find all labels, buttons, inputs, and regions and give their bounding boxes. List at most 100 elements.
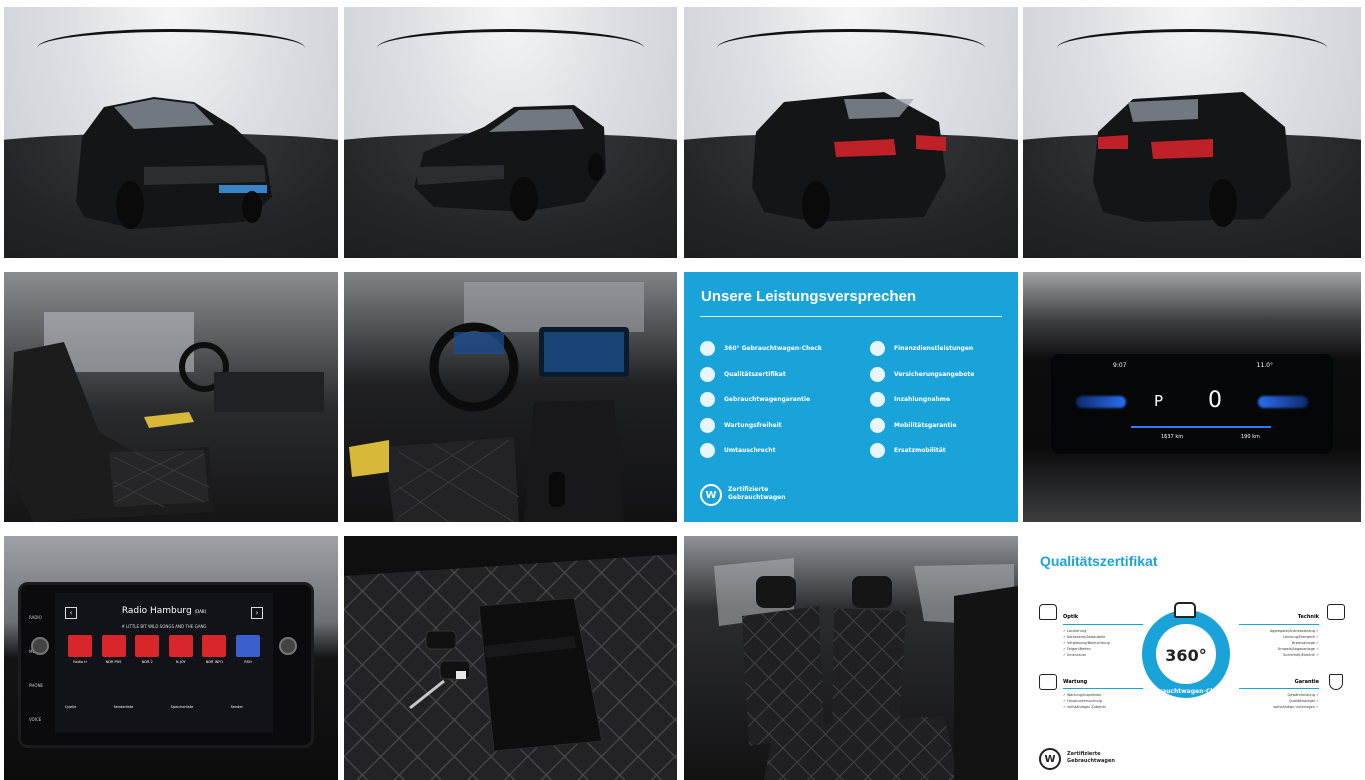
promise-brand-line2: Gebrauchtwagen bbox=[728, 494, 786, 501]
interior-cockpit-image bbox=[349, 282, 644, 522]
wartung-list: ✓ Wartung/Inspektion ✓ Hauptuntersuchung ✓… bbox=[1063, 692, 1106, 710]
promise-item-icon bbox=[700, 341, 715, 357]
radio-left-menu: RADIOMEDIAPHONEVOICE bbox=[29, 601, 55, 737]
cluster-time: 9:07 bbox=[1113, 362, 1127, 369]
radio-bottom-button[interactable]: Quelle bbox=[65, 705, 76, 725]
wartung-divider bbox=[1063, 688, 1143, 689]
optik-list: ✓ Lackierung ✓ Karosserie/Anbauteile ✓ Ver… bbox=[1063, 628, 1110, 658]
radio-preset-button[interactable]: NDR 2 bbox=[132, 635, 162, 673]
promise-item-label: Gebrauchtwagengarantie bbox=[724, 396, 811, 404]
photo-car-front-left[interactable] bbox=[4, 7, 338, 258]
radio-menu-item[interactable]: VOICE bbox=[29, 703, 55, 737]
photo-car-rear-left[interactable] bbox=[684, 7, 1018, 258]
radio-preset-button[interactable]: NDR PHS bbox=[99, 635, 129, 673]
promise-item-icon bbox=[870, 392, 885, 408]
wartung-item: ✓ vollständiges Zubehör bbox=[1063, 705, 1107, 709]
volume-knob-icon[interactable] bbox=[279, 637, 297, 655]
promise-title: Unsere Leistungsversprechen bbox=[701, 288, 917, 305]
promise-item-icon bbox=[700, 417, 715, 433]
technik-list: Aggregate/Antriebsstrang ✓ Lenkung/Fahrwe… bbox=[1270, 628, 1319, 658]
promise-item-icon bbox=[870, 417, 885, 433]
promise-brand: Zertifizierte Gebrauchtwagen bbox=[728, 486, 786, 502]
photo-keys-and-manual[interactable] bbox=[344, 536, 677, 780]
radio-bottom-button[interactable]: Senderliste bbox=[114, 705, 134, 725]
radio-preset-button[interactable]: NDR INFO bbox=[199, 635, 229, 673]
promise-item-label: Ersatzmobilität bbox=[894, 447, 946, 455]
badge-ring-text: Gebrauchtwagen-Check bbox=[1145, 688, 1227, 695]
promise-item-icon bbox=[870, 366, 885, 382]
wartung-tools-icon bbox=[1039, 674, 1057, 690]
promise-item-label: Inzahlungnahme bbox=[894, 396, 951, 404]
promise-item: Qualitätszertifikat bbox=[700, 362, 860, 388]
cluster-right-glow bbox=[1258, 396, 1308, 408]
promise-item-label: Umtauschrecht bbox=[724, 447, 776, 455]
power-knob-icon[interactable] bbox=[31, 637, 49, 655]
optik-heading: Optik bbox=[1063, 614, 1079, 620]
certificate-brand-line1: Zertifizierte bbox=[1067, 751, 1101, 757]
photo-car-rear-right[interactable] bbox=[1023, 7, 1361, 258]
radio-menu-item[interactable]: PHONE bbox=[29, 669, 55, 703]
radio-menu-item[interactable]: RADIO bbox=[29, 601, 55, 635]
cluster-temp: 11.0° bbox=[1256, 362, 1273, 369]
cluster-left-glow bbox=[1076, 396, 1126, 408]
radio-bottom-button[interactable]: Sender bbox=[231, 705, 243, 725]
promise-right-list: Finanzdienstleistungen Versicherungsangeb… bbox=[870, 336, 1010, 464]
check-360-badge: 360° Gebrauchtwagen-Check bbox=[1142, 610, 1230, 698]
vw-logo-icon: W bbox=[700, 484, 722, 506]
car-rear-left-image bbox=[752, 92, 946, 229]
promise-item: 360° Gebrauchtwagen-Check bbox=[700, 336, 860, 362]
radio-presets: Radio H NDR PHS NDR 2 N-JOY NDR INFO RSH bbox=[65, 635, 263, 673]
photo-instrument-cluster[interactable]: 9:07 11.0° P 0 1637 km 190 km bbox=[1023, 272, 1361, 522]
radio-bottom-bar: Quelle Senderliste Speicherliste Sender bbox=[65, 705, 243, 725]
radio-preset-label: N-JOY bbox=[175, 660, 186, 664]
photo-infotainment-screen[interactable]: RADIOMEDIAPHONEVOICE ‹ › Radio Hamburg (… bbox=[4, 536, 338, 780]
technik-item: Sicherheit/Elektrik ✓ bbox=[1283, 653, 1319, 657]
promise-brand-line1: Zertifizierte bbox=[728, 486, 769, 493]
promise-item: Versicherungsangebote bbox=[870, 362, 1010, 388]
promise-item: Umtauschrecht bbox=[700, 438, 860, 464]
radio-station-suffix: (DAB) bbox=[194, 609, 207, 614]
photo-interior-cockpit[interactable] bbox=[344, 272, 677, 522]
radio-screen: ‹ › Radio Hamburg (DAB) # LITTLE BIT WIL… bbox=[55, 593, 273, 733]
badge-car-icon bbox=[1174, 602, 1196, 618]
vw-logo-icon: W bbox=[1039, 748, 1061, 770]
rear-seats-image bbox=[714, 558, 1018, 780]
promise-item-icon bbox=[700, 443, 715, 459]
keys-and-manual-image bbox=[344, 536, 677, 780]
radio-station: Radio Hamburg bbox=[121, 606, 192, 616]
wartung-heading: Wartung bbox=[1063, 679, 1088, 685]
radio-preset-button[interactable]: Radio H bbox=[65, 635, 95, 673]
promise-item-label: Mobilitätsgarantie bbox=[894, 421, 957, 429]
promise-item-icon bbox=[870, 443, 885, 459]
radio-preset-button[interactable]: N-JOY bbox=[166, 635, 196, 673]
garantie-shield-icon bbox=[1329, 674, 1343, 690]
car-rear-right-image bbox=[1093, 92, 1291, 227]
radio-preset-logo bbox=[202, 635, 227, 657]
radio-bottom-button[interactable]: Speicherliste bbox=[171, 705, 194, 725]
promise-item-icon bbox=[700, 392, 715, 408]
interior-driver-seat-image bbox=[9, 312, 324, 522]
optik-car-icon bbox=[1039, 604, 1057, 620]
promise-item: Gebrauchtwagengarantie bbox=[700, 387, 860, 413]
cluster-track bbox=[1131, 426, 1271, 428]
radio-station-row: Radio Hamburg (DAB) bbox=[55, 606, 273, 616]
car-front-left-image bbox=[76, 97, 272, 229]
photo-quality-certificate[interactable]: Qualitätszertifikat Optik ✓ Lackierung ✓ … bbox=[1023, 536, 1361, 780]
radio-preset-logo bbox=[68, 635, 92, 657]
certificate-brand: Zertifizierte Gebrauchtwagen bbox=[1067, 751, 1115, 765]
optik-divider bbox=[1063, 624, 1143, 625]
promise-item-icon bbox=[700, 366, 715, 382]
garantie-list: Gewährleistung ✓ Qualitätssiegel ✓ vollstä… bbox=[1273, 692, 1319, 710]
photo-gallery: Unsere Leistungsversprechen 360° Gebrauc… bbox=[0, 0, 1365, 780]
photo-car-front-right[interactable] bbox=[344, 7, 677, 258]
cluster-speed: 0 bbox=[1208, 388, 1222, 413]
promise-item-label: 360° Gebrauchtwagen-Check bbox=[724, 345, 822, 353]
photo-interior-driver-seat[interactable] bbox=[4, 272, 338, 522]
radio-preset-logo bbox=[235, 635, 260, 657]
certificate-title: Qualitätszertifikat bbox=[1040, 553, 1158, 569]
photo-promise-card[interactable]: Unsere Leistungsversprechen 360° Gebrauc… bbox=[684, 272, 1018, 522]
radio-preset-button[interactable]: RSH bbox=[233, 635, 263, 673]
promise-left-list: 360° Gebrauchtwagen-Check Qualitätszertif… bbox=[700, 336, 860, 464]
radio-preset-label: NDR INFO bbox=[205, 660, 224, 664]
photo-rear-seats[interactable] bbox=[684, 536, 1018, 780]
